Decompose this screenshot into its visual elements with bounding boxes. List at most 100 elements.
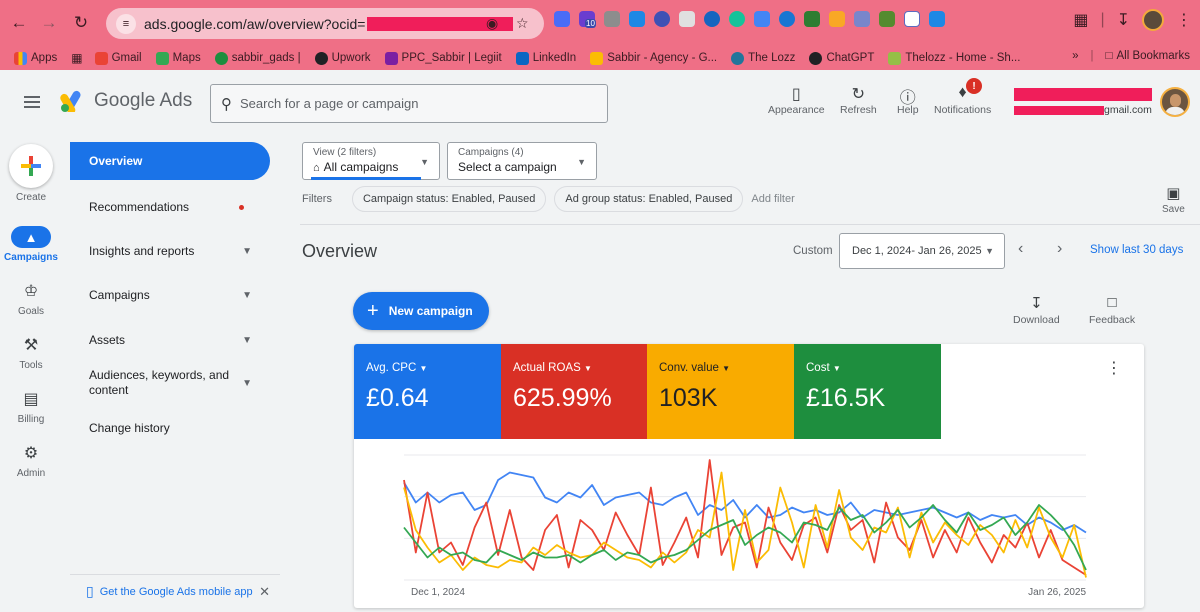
bookmark-linkedin[interactable]: LinkedIn: [515, 51, 576, 65]
nav-item-assets[interactable]: Assets ▼: [70, 331, 270, 349]
notifications-button[interactable]: ♦ ! Notifications: [934, 78, 991, 116]
star-icon[interactable]: ☆: [516, 15, 529, 32]
bookmark-label: Upwork: [331, 52, 371, 64]
profile-avatar-icon[interactable]: [1142, 9, 1164, 31]
reload-icon[interactable]: ↻: [66, 8, 96, 38]
ad-group-status-chip[interactable]: Ad group status: Enabled, Paused: [554, 186, 744, 212]
bookmark-label: The Lozz: [748, 52, 796, 64]
extension-icon[interactable]: [729, 11, 745, 27]
mobile-app-banner[interactable]: ▯ Get the Google Ads mobile app ✕: [70, 574, 280, 608]
main-menu-icon[interactable]: [24, 96, 40, 108]
appearance-icon: ▯: [791, 86, 801, 103]
nav-item-audiences[interactable]: Audiences, keywords, and content ▼: [70, 368, 270, 398]
bookmark-gmail[interactable]: Gmail: [94, 51, 142, 65]
google-ads-logo[interactable]: Google Ads: [60, 90, 192, 112]
bookmark-agency[interactable]: Sabbir - Agency - G...: [590, 51, 718, 65]
bookmark-label: Sabbir - Agency - G...: [607, 52, 718, 64]
nav-item-overview[interactable]: Overview: [70, 142, 270, 180]
extension-icon[interactable]: [554, 11, 570, 27]
extension-icon[interactable]: [754, 11, 770, 27]
chevron-right-icon[interactable]: ›: [1057, 240, 1062, 258]
extension-icon[interactable]: [654, 11, 670, 27]
extension-icon[interactable]: [804, 11, 820, 27]
search-input[interactable]: ⚲ Search for a page or campaign: [210, 84, 608, 123]
recommendation-dot-icon: [239, 204, 244, 210]
bookmark-the-lozz[interactable]: The Lozz: [731, 51, 796, 65]
show-last-30-days-link[interactable]: Show last 30 days: [1090, 244, 1183, 256]
extension-icon[interactable]: [704, 11, 720, 27]
extension-icon[interactable]: [829, 11, 845, 27]
feedback-button[interactable]: □ Feedback: [1089, 294, 1135, 326]
dropdown-arrow-icon: ▼: [722, 364, 731, 373]
more-vert-icon[interactable]: ⋮: [1106, 358, 1122, 378]
avatar[interactable]: [1160, 87, 1190, 117]
metric-conv-value[interactable]: Conv. value ▼ 103K: [647, 344, 794, 439]
account-info[interactable]: gmail.com: [1014, 88, 1152, 116]
extension-icon[interactable]: [779, 11, 795, 27]
menu-dots-icon[interactable]: ⋮: [1176, 10, 1192, 30]
bookmark-label: Thelozz - Home - Sh...: [905, 52, 1021, 64]
puzzle-icon[interactable]: ▦: [1073, 10, 1088, 30]
extension-icon[interactable]: [679, 11, 695, 27]
download-button[interactable]: ↧ Download: [1013, 294, 1060, 326]
rail-billing[interactable]: ▤ Billing: [0, 388, 62, 425]
extension-icon[interactable]: [904, 11, 920, 27]
add-filter-button[interactable]: Add filter: [751, 193, 794, 205]
bookmark-sabbir-gads[interactable]: sabbir_gads |: [214, 51, 301, 65]
create-button[interactable]: Create: [0, 144, 62, 203]
performance-chart: Dec 1, 2024 Jan 26, 2025: [403, 454, 1087, 598]
extension-icon[interactable]: [629, 11, 645, 27]
x-tick-label: Jan 26, 2025: [1028, 587, 1086, 598]
extension-icon[interactable]: [604, 11, 620, 27]
help-button[interactable]: ⓘ Help: [897, 84, 919, 116]
apps-grid-icon: [14, 51, 27, 65]
forward-icon[interactable]: →: [34, 8, 64, 38]
save-button[interactable]: ▣ Save: [1162, 184, 1185, 215]
view-filter-dropdown[interactable]: View (2 filters) ⌂ All campaigns ▼: [302, 142, 440, 180]
metric-avg-cpc[interactable]: Avg. CPC ▼ £0.64: [354, 344, 501, 439]
extension-icon[interactable]: [854, 11, 870, 27]
bookmark-legiit[interactable]: PPC_Sabbir | Legiit: [384, 51, 502, 65]
rail-campaigns[interactable]: ▲ Campaigns: [0, 226, 62, 263]
back-icon[interactable]: ←: [4, 8, 34, 38]
date-range-dropdown[interactable]: Dec 1, 2024- Jan 26, 2025 ▼: [839, 233, 1005, 269]
gear-icon: ⚙: [23, 445, 39, 462]
nav-item-recommendations[interactable]: Recommendations: [70, 198, 270, 216]
bookmark-apps[interactable]: Apps: [14, 51, 57, 65]
bookmark-grid[interactable]: ▦: [71, 51, 82, 65]
eye-off-icon[interactable]: ◉: [486, 15, 498, 32]
nav-item-change-history[interactable]: Change history: [70, 419, 270, 437]
chevron-left-icon[interactable]: ‹: [1018, 240, 1023, 258]
nav-item-insights[interactable]: Insights and reports ▼: [70, 242, 270, 260]
rail-tools[interactable]: ⚒ Tools: [0, 334, 62, 371]
all-bookmarks-button[interactable]: □ All Bookmarks: [1106, 50, 1190, 62]
chevron-double-right-icon[interactable]: »: [1072, 50, 1078, 62]
rail-goals[interactable]: ♔ Goals: [0, 280, 62, 317]
bookmark-maps[interactable]: Maps: [155, 51, 201, 65]
download-icon[interactable]: ↧: [1117, 10, 1130, 30]
campaign-filter-dropdown[interactable]: Campaigns (4) Select a campaign ▼: [447, 142, 597, 180]
appearance-label: Appearance: [768, 104, 825, 116]
extension-icon[interactable]: [929, 11, 945, 27]
bookmark-chatgpt[interactable]: ChatGPT: [809, 51, 874, 65]
bookmark-upwork[interactable]: Upwork: [314, 51, 371, 65]
bookmark-thelozz-shop[interactable]: Thelozz - Home - Sh...: [888, 51, 1021, 65]
metric-actual-roas[interactable]: Actual ROAS ▼ 625.99%: [501, 344, 648, 439]
new-campaign-button[interactable]: + New campaign: [353, 292, 489, 330]
bookmark-label: Maps: [172, 52, 201, 64]
refresh-button[interactable]: ↻ Refresh: [840, 84, 877, 116]
rail-admin[interactable]: ⚙ Admin: [0, 442, 62, 479]
site-info-icon[interactable]: ≡: [116, 13, 136, 34]
address-bar[interactable]: ≡ ads.google.com/aw/overview?ocid= ◉ ☆: [106, 8, 544, 39]
campaign-status-chip[interactable]: Campaign status: Enabled, Paused: [351, 186, 547, 212]
close-icon[interactable]: ✕: [259, 584, 270, 600]
google-ads-logo-icon: [60, 90, 81, 112]
chevron-down-icon: ▼: [242, 377, 252, 389]
dropdown-arrow-icon: ▼: [420, 157, 429, 167]
extension-icon[interactable]: 10: [579, 11, 596, 28]
metric-cost[interactable]: Cost ▼ £16.5K: [794, 344, 941, 439]
appearance-button[interactable]: ▯ Appearance: [768, 84, 825, 116]
extension-icon[interactable]: [879, 11, 895, 27]
search-icon: ⚲: [221, 95, 232, 113]
nav-item-campaigns[interactable]: Campaigns ▼: [70, 286, 270, 304]
